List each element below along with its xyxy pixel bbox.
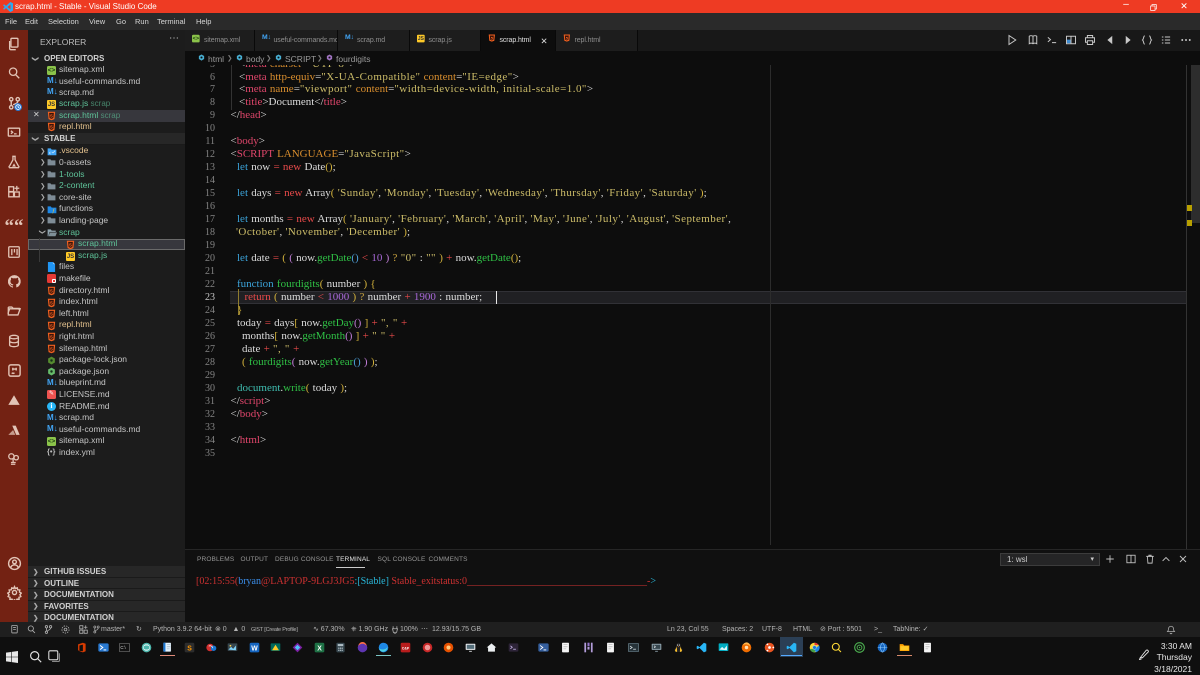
svg-text:C&P: C&P [402,647,410,651]
svg-text:5: 5 [50,347,53,353]
svg-text:5: 5 [69,242,72,248]
svg-text:5: 5 [490,36,493,41]
svg-text:5: 5 [50,125,53,131]
svg-text:5: 5 [50,300,53,306]
svg-text:5: 5 [50,335,53,341]
svg-text:5: 5 [50,324,53,330]
svg-text:5: 5 [50,114,53,120]
svg-text:5: 5 [565,36,568,41]
svg-text:X: X [317,645,322,652]
svg-text:W: W [251,645,258,652]
svg-text:S: S [187,645,192,652]
svg-text:5: 5 [50,312,53,318]
svg-text:C:\: C:\ [121,645,127,650]
svg-text:5: 5 [50,289,53,295]
